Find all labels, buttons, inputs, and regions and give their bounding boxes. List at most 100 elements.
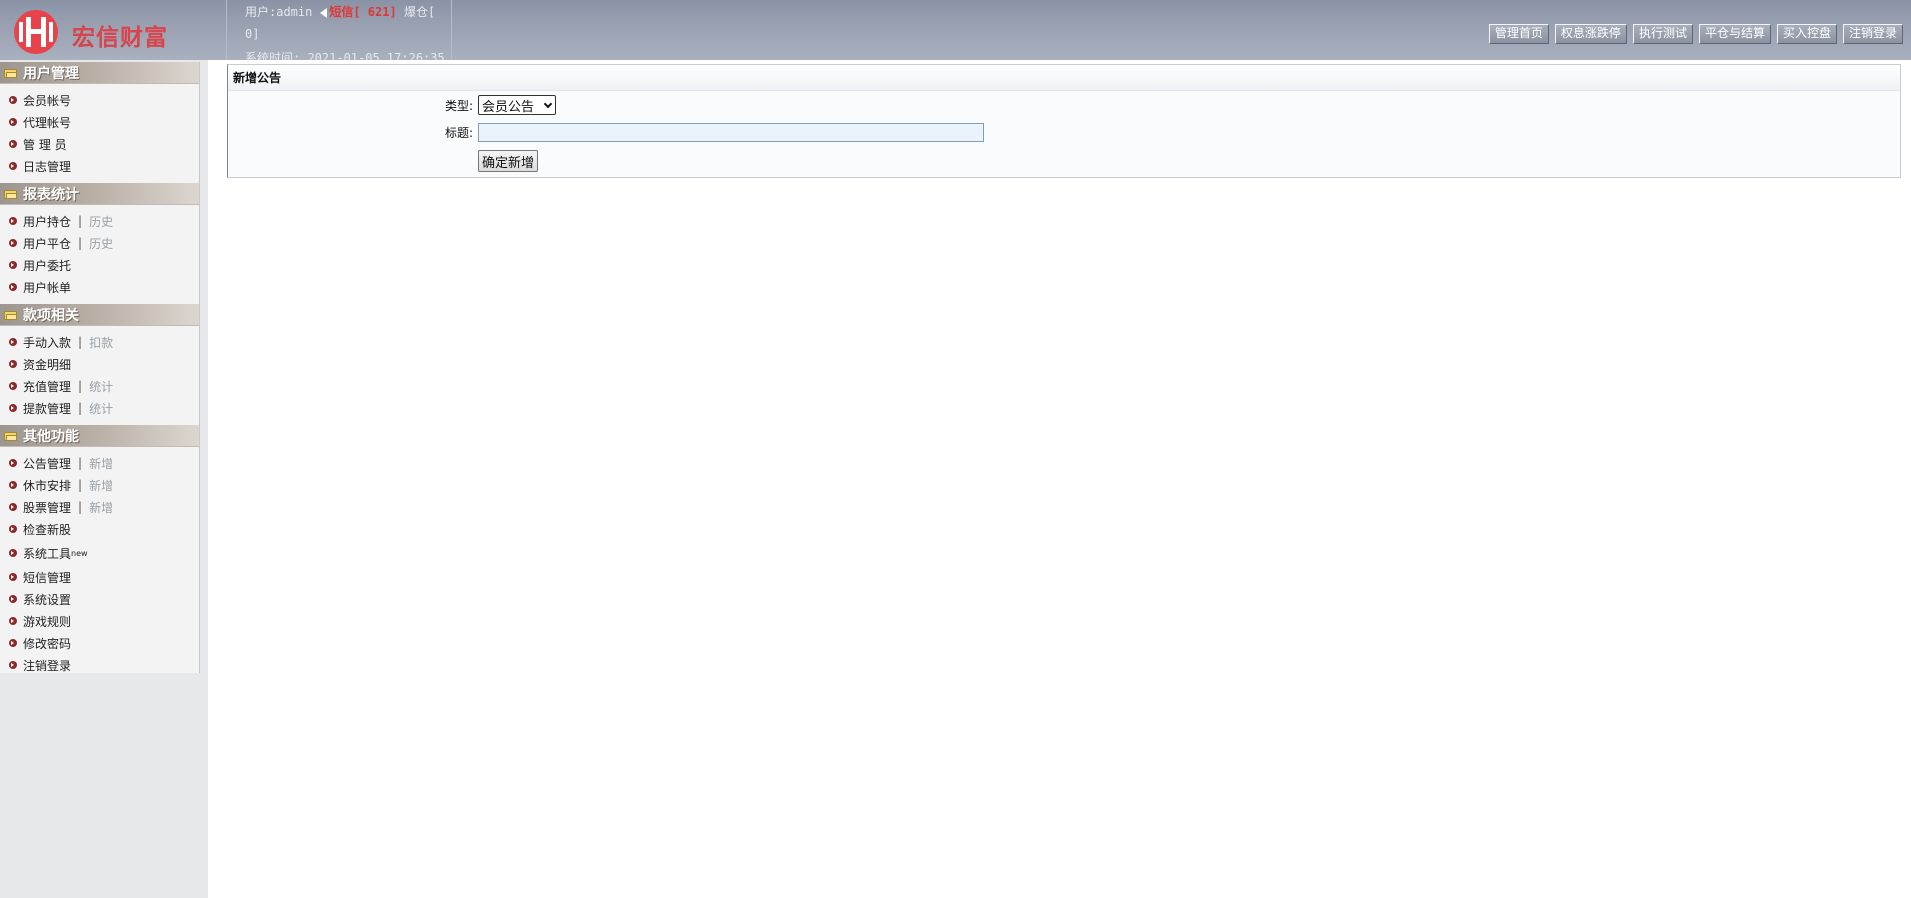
bullet-icon [9,639,17,647]
sidebar-item-link[interactable]: 系统工具 [23,545,71,562]
sidebar-section-title: 用户管理 [23,65,79,82]
sidebar-item-link[interactable]: 游戏规则 [23,613,71,630]
bullet-icon [9,573,17,581]
sidebar-item-link[interactable]: 修改密码 [23,635,71,652]
top-toolbar: 管理首页 权息涨跌停 执行测试 平仓与结算 买入控盘 注销登录 [1488,24,1903,44]
bullet-icon [9,503,17,511]
sidebar-item-link[interactable]: 用户委托 [23,257,71,274]
sidebar-item-link[interactable]: 公告管理 [23,455,71,472]
status-info-box: 用户:admin 短信[ 621] 爆仓[ 0] 系统时间: 2021-01-05… [226,0,452,60]
top-header: 宏信财富 用户:admin 短信[ 621] 爆仓[ 0] 系统时间: 2021-… [0,0,1911,60]
bullet-icon [9,404,17,412]
close-settle-button[interactable]: 平仓与结算 [1698,24,1771,44]
sidebar-item-check-new-stocks: 检查新股 [0,518,199,540]
bullet-icon [9,661,17,669]
confirm-add-button[interactable]: 确定新增 [478,150,539,172]
sidebar-item-link[interactable]: 检查新股 [23,521,71,538]
bullet-icon [9,617,17,625]
sidebar-item-link[interactable]: 手动入款 [23,334,71,351]
brand-logo-icon [14,10,58,54]
sidebar-item-link[interactable]: 资金明细 [23,356,71,373]
title-label: 标题: [444,126,473,140]
title-input[interactable] [478,123,984,142]
buy-control-button[interactable]: 买入控盘 [1776,24,1837,44]
bullet-icon [9,96,17,104]
sidebar-item-system-settings: 系统设置 [0,588,199,610]
sidebar-item-link[interactable]: 会员帐号 [23,92,71,109]
sidebar-section-funds[interactable]: 款项相关 [0,304,199,326]
sidebar-item-user-bills: 用户帐单 [0,276,199,298]
speaker-icon [320,7,328,18]
sidebar-section-other[interactable]: 其他功能 [0,425,199,447]
bullet-icon [9,360,17,368]
system-time: 系统时间: 2021-01-05 17:26:35 [245,51,445,60]
admin-home-button[interactable]: 管理首页 [1488,24,1549,44]
sidebar-section-title: 报表统计 [23,186,79,203]
sidebar-item-stats-link[interactable]: 统计 [89,400,113,417]
submit-row: 确定新增 [228,150,539,172]
run-test-button[interactable]: 执行测试 [1632,24,1693,44]
sidebar-item-link[interactable]: 系统设置 [23,591,71,608]
type-select[interactable]: 会员公告 [478,95,556,115]
brand-name: 宏信财富 [72,24,168,51]
sidebar-item-link[interactable]: 股票管理 [23,499,71,516]
sidebar: 用户管理 会员帐号 代理帐号 管 理 员 日志管理 报表统计 用户持仓 | 历史 用… [0,62,200,673]
bullet-icon [9,459,17,467]
sidebar-item-user-positions: 用户持仓 | 历史 [0,210,199,232]
sidebar-item-history-link[interactable]: 历史 [89,235,113,252]
bullet-icon [9,239,17,247]
sidebar-item-stock-management: 股票管理 | 新增 [0,496,199,518]
sidebar-item-add-link[interactable]: 新增 [89,499,113,516]
sidebar-item-link[interactable]: 休市安排 [23,477,71,494]
sidebar-item-game-rules: 游戏规则 [0,610,199,632]
bullet-icon [9,118,17,126]
bullet-icon [9,217,17,225]
sidebar-item-link[interactable]: 日志管理 [23,158,71,175]
folder-icon [4,189,17,199]
sidebar-item-link[interactable]: 用户帐单 [23,279,71,296]
bullet-icon [9,283,17,291]
sidebar-item-fund-details: 资金明细 [0,353,199,375]
sidebar-item-system-tools: 系统工具 new [0,540,199,566]
sms-link[interactable]: 短信[ 621] [329,5,396,19]
logout-button[interactable]: 注销登录 [1842,24,1903,44]
bullet-icon [9,140,17,148]
chevron-down-icon [543,99,553,108]
sidebar-item-user-closed: 用户平仓 | 历史 [0,232,199,254]
title-row: 标题: [228,123,984,142]
sidebar-item-administrators: 管 理 员 [0,133,199,155]
sidebar-item-add-link[interactable]: 新增 [89,477,113,494]
sidebar-item-link[interactable]: 用户持仓 [23,213,71,230]
user-label: 用户:admin [245,5,313,19]
sidebar-item-link[interactable]: 管 理 员 [23,136,67,153]
sidebar-item-stats-link[interactable]: 统计 [89,378,113,395]
sidebar-item-market-closure: 休市安排 | 新增 [0,474,199,496]
sidebar-section-reports[interactable]: 报表统计 [0,183,199,205]
type-row: 类型: 会员公告 [228,95,556,115]
sidebar-item-link[interactable]: 注销登录 [23,657,71,674]
sidebar-item-link[interactable]: 充值管理 [23,378,71,395]
sidebar-item-link[interactable]: 提款管理 [23,400,71,417]
bullet-icon [9,525,17,533]
rights-limit-button[interactable]: 权息涨跌停 [1554,24,1627,44]
bullet-icon [9,481,17,489]
bullet-icon [9,549,17,557]
sidebar-section-title: 其他功能 [23,428,79,445]
type-label: 类型: [444,98,473,113]
sidebar-item-link[interactable]: 短信管理 [23,569,71,586]
sidebar-item-history-link[interactable]: 历史 [89,213,113,230]
sidebar-item-recharge-management: 充值管理 | 统计 [0,375,199,397]
sidebar-item-deduct-link[interactable]: 扣款 [89,334,113,351]
sidebar-section-title: 款项相关 [23,307,79,324]
sidebar-section-user-management[interactable]: 用户管理 [0,62,199,84]
sidebar-item-link[interactable]: 代理帐号 [23,114,71,131]
sidebar-item-log-management: 日志管理 [0,155,199,177]
burst-label: 爆仓[ [403,5,436,19]
bullet-icon [9,261,17,269]
sidebar-item-link[interactable]: 用户平仓 [23,235,71,252]
sidebar-item-user-orders: 用户委托 [0,254,199,276]
panel-title: 新增公告 [228,65,1900,91]
sidebar-item-add-link[interactable]: 新增 [89,455,113,472]
new-badge: new [71,548,88,558]
folder-icon [4,68,17,78]
